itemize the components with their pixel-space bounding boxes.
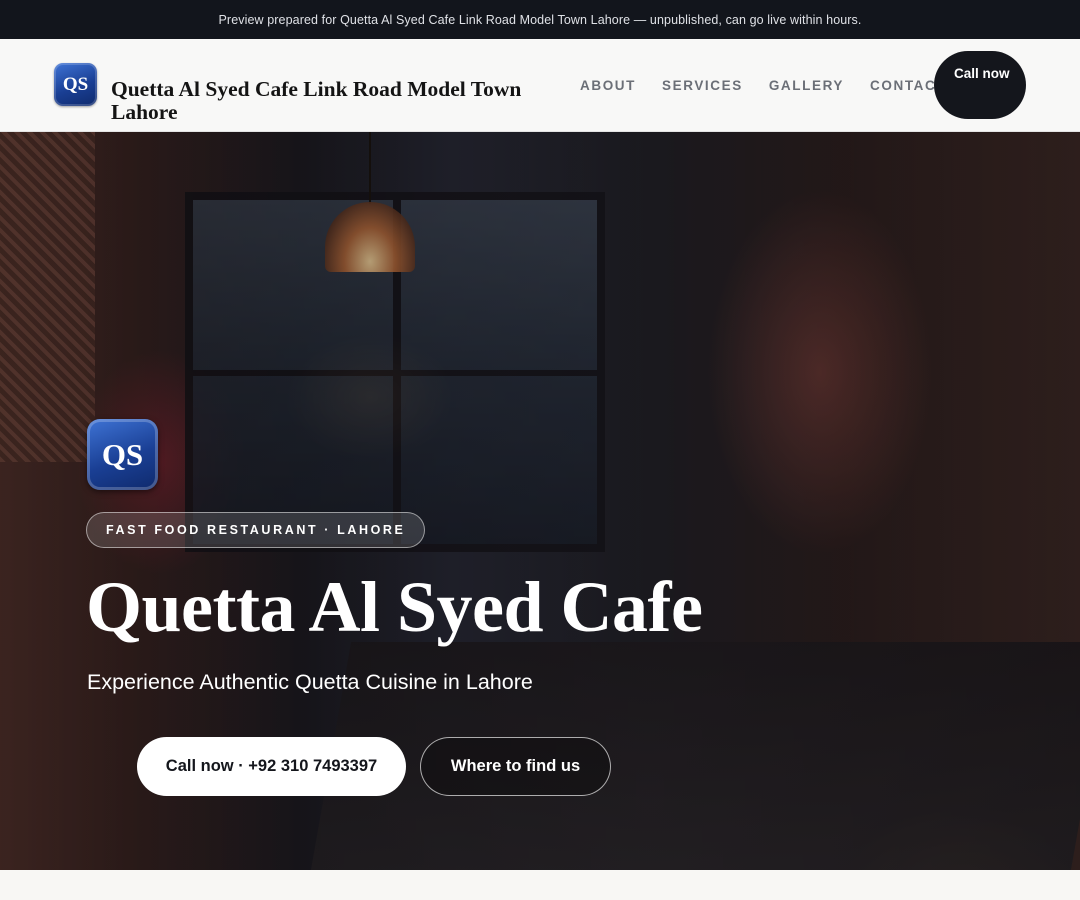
preview-banner-text: Preview prepared for Quetta Al Syed Cafe… xyxy=(218,12,862,27)
nav-link-about[interactable]: ABOUT xyxy=(580,78,636,93)
next-section xyxy=(0,870,1080,900)
hero-subtitle: Experience Authentic Quetta Cuisine in L… xyxy=(87,670,533,694)
logo-initials: QS xyxy=(62,73,89,95)
site-header: QS Quetta Al Syed Cafe Link Road Model T… xyxy=(0,39,1080,132)
hero-logo-badge: QS xyxy=(87,419,158,490)
hero-logo-initials: QS xyxy=(101,436,144,472)
main-nav: ABOUT SERVICES GALLERY CONTACT xyxy=(580,39,946,132)
call-now-button[interactable]: Call now · +92 310 7493397 xyxy=(137,737,406,796)
preview-banner: Preview prepared for Quetta Al Syed Cafe… xyxy=(0,0,1080,39)
nav-link-services[interactable]: SERVICES xyxy=(662,78,743,93)
find-us-button[interactable]: Where to find us xyxy=(420,737,611,796)
category-pill: FAST FOOD RESTAURANT · LAHORE xyxy=(86,512,426,548)
hero-section: QS FAST FOOD RESTAURANT · LAHORE Quetta … xyxy=(0,132,1080,870)
brand-name[interactable]: Quetta Al Syed Cafe Link Road Model Town… xyxy=(111,78,551,124)
nav-link-gallery[interactable]: GALLERY xyxy=(769,78,844,93)
header-call-button[interactable]: Call now xyxy=(934,51,1026,119)
logo-badge[interactable]: QS xyxy=(54,63,97,106)
hero-title: Quetta Al Syed Cafe xyxy=(86,567,703,647)
